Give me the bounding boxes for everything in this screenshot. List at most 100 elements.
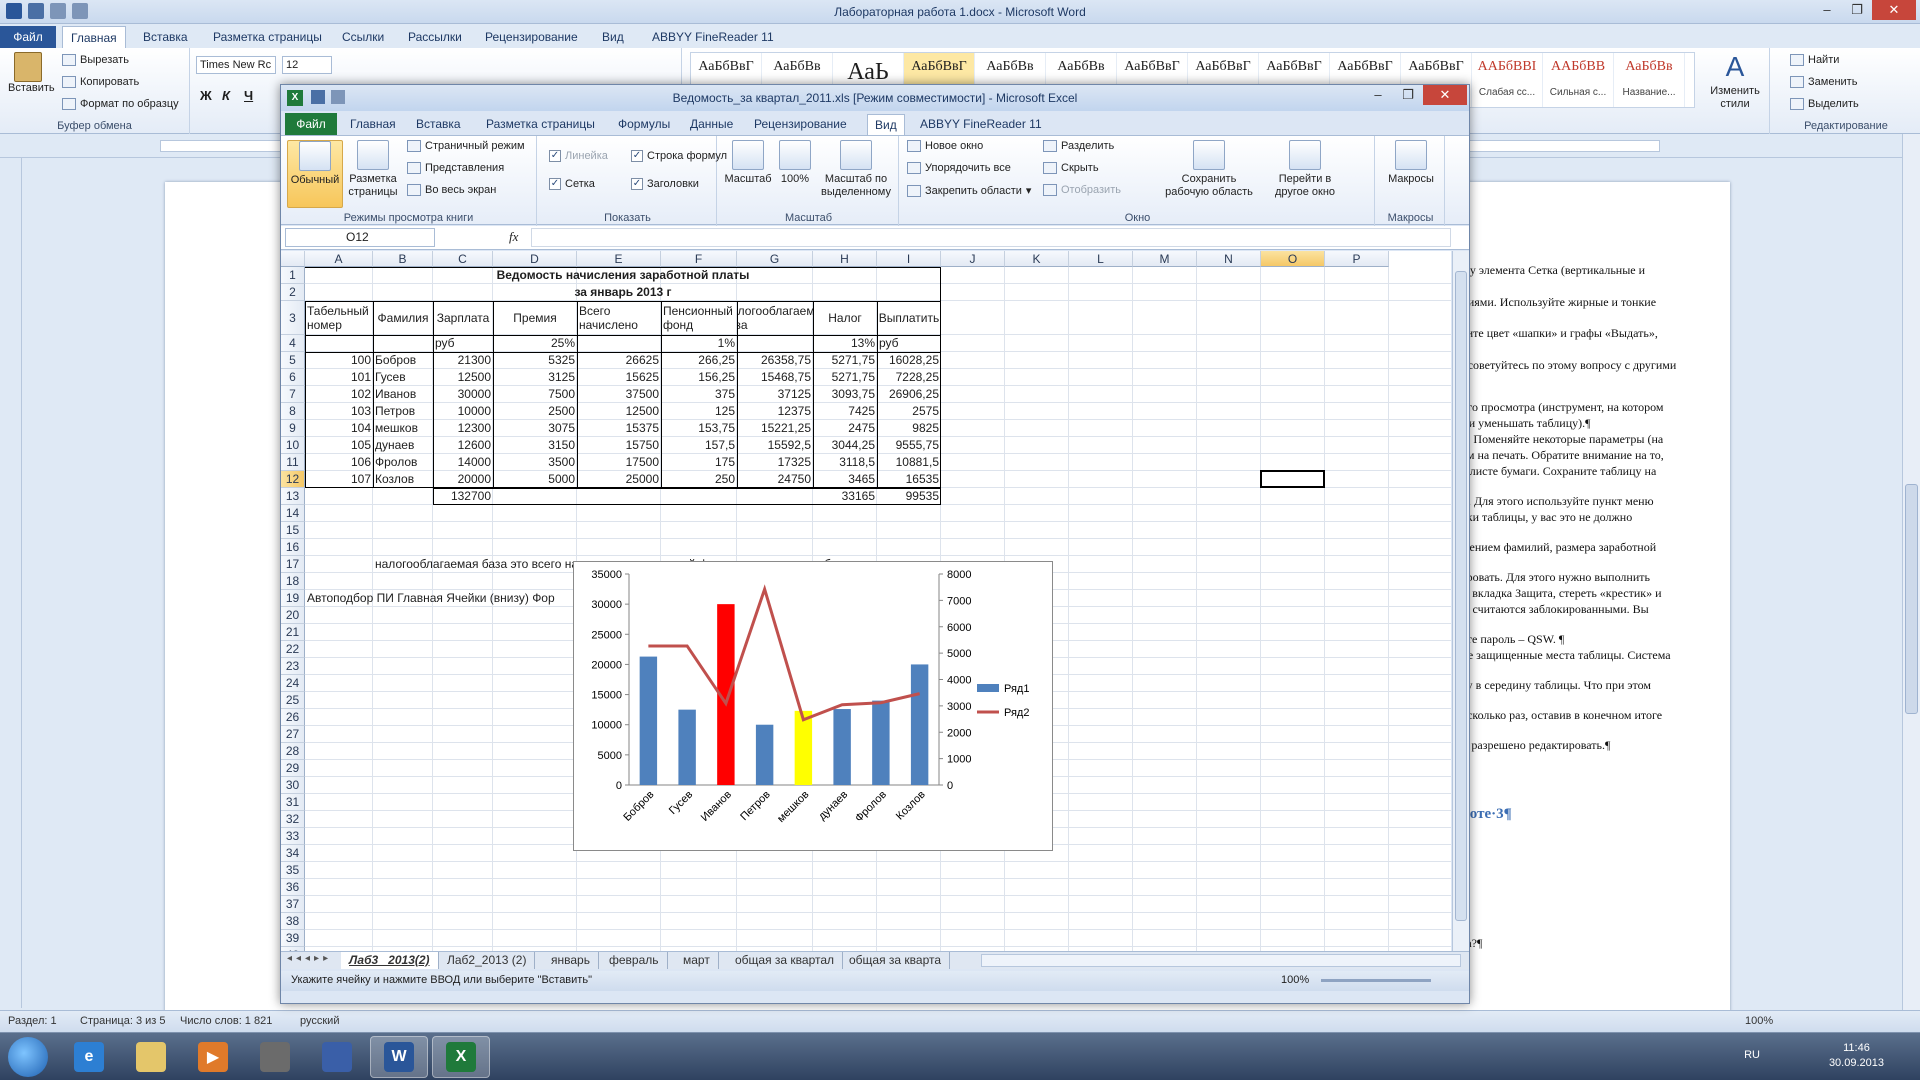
row-header[interactable]: 39 (281, 930, 305, 947)
row-header[interactable]: 38 (281, 913, 305, 930)
row-header[interactable]: 6 (281, 369, 305, 386)
maximize-button[interactable]: ❐ (1842, 0, 1872, 20)
select-all-corner[interactable] (281, 251, 305, 267)
excel-zoom-level[interactable]: 100% (1281, 974, 1309, 986)
bar[interactable] (678, 709, 696, 785)
column-header[interactable]: N (1197, 251, 1261, 267)
row-header[interactable]: 34 (281, 845, 305, 862)
new-window-button[interactable]: Новое окно (907, 140, 983, 152)
bar[interactable] (794, 710, 813, 785)
sheet-tab[interactable]: Лаб3 _2013(2) (341, 952, 439, 969)
word-tab-file[interactable]: Файл (0, 26, 56, 48)
row-header[interactable]: 35 (281, 862, 305, 879)
row-header[interactable]: 26 (281, 709, 305, 726)
taskbar-app[interactable] (246, 1036, 304, 1078)
word-tab-abbyy[interactable]: ABBYY FineReader 11 (644, 26, 782, 48)
bold-button[interactable]: Ж (200, 88, 212, 103)
row-header[interactable]: 1 (281, 267, 305, 284)
row-header[interactable]: 3 (281, 301, 305, 335)
row-header[interactable]: 36 (281, 879, 305, 896)
row-header[interactable]: 24 (281, 675, 305, 692)
zoom-to-selection-button[interactable]: Масштаб по выделенному (817, 140, 895, 199)
row-header[interactable]: 20 (281, 607, 305, 624)
row-header[interactable]: 28 (281, 743, 305, 760)
excel-vertical-scrollbar[interactable] (1452, 251, 1469, 951)
hide-button[interactable]: Скрыть (1043, 162, 1099, 174)
zoom-button[interactable]: Масштаб (723, 140, 773, 186)
excel-tab-abbyy[interactable]: ABBYY FineReader 11 (913, 114, 1049, 135)
spreadsheet-grid[interactable]: A B C D E F G H I J K L M N O P 1 2 3 4 5 6 7 8 9 10 11 12 13 14 15 16 1… (281, 251, 1451, 951)
row-header[interactable]: 5 (281, 352, 305, 369)
find-button[interactable]: Найти (1790, 54, 1839, 66)
word-tab-references[interactable]: Ссылки (334, 26, 392, 48)
sheet-tab[interactable]: общая за кварта (841, 952, 951, 969)
custom-views-button[interactable]: Представления (407, 162, 504, 174)
row-header[interactable]: 11 (281, 454, 305, 471)
font-size-field[interactable]: 12 (282, 56, 332, 74)
ruler-checkbox[interactable]: ✓ Линейка (549, 150, 608, 162)
macros-button[interactable]: Макросы (1383, 140, 1439, 186)
font-name-field[interactable]: Times New Rc (196, 56, 276, 74)
row-header[interactable]: 10 (281, 437, 305, 454)
column-header[interactable]: I (877, 251, 941, 267)
page-indicator[interactable]: Страница: 3 из 5 (80, 1015, 166, 1027)
row-header[interactable]: 31 (281, 794, 305, 811)
arrange-all-button[interactable]: Упорядочить все (907, 162, 1011, 174)
sheet-tab[interactable]: март (675, 952, 719, 969)
cut-button[interactable]: Вырезать (62, 54, 129, 66)
row-header[interactable]: 32 (281, 811, 305, 828)
bar[interactable] (910, 664, 929, 785)
column-header[interactable]: P (1325, 251, 1389, 267)
row-header[interactable]: 14 (281, 505, 305, 522)
close-button[interactable]: ✕ (1872, 0, 1916, 20)
column-header[interactable]: K (1005, 251, 1069, 267)
zoom-slider[interactable] (1321, 979, 1431, 982)
cell[interactable]: Автоподбор ПИ Главная Ячейки (внизу) Фор (305, 591, 565, 606)
column-header[interactable]: L (1069, 251, 1133, 267)
excel-tab-formulas[interactable]: Формулы (611, 114, 677, 135)
word-count[interactable]: Число слов: 1 821 (180, 1015, 272, 1027)
sheet-tab[interactable]: февраль (601, 952, 668, 969)
zoom-100-button[interactable]: 100% (777, 140, 813, 186)
word-tab-insert[interactable]: Вставка (135, 26, 196, 48)
bar[interactable] (833, 709, 851, 785)
column-header[interactable]: F (661, 251, 737, 267)
word-scroll-thumb[interactable] (1905, 484, 1918, 714)
taskbar-disk[interactable] (308, 1036, 366, 1078)
taskbar-media[interactable]: ▶ (184, 1036, 242, 1078)
word-tab-view[interactable]: Вид (594, 26, 632, 48)
start-button[interactable] (8, 1037, 48, 1077)
zoom-level[interactable]: 100% (1745, 1015, 1773, 1027)
formula-bar-checkbox[interactable]: ✓ Строка формул (631, 150, 727, 162)
row-header[interactable]: 19 (281, 590, 305, 607)
minimize-button[interactable]: – (1812, 0, 1842, 20)
save-workspace-button[interactable]: Сохранить рабочую область (1163, 140, 1255, 199)
switch-windows-button[interactable]: Перейти в другое окно (1261, 140, 1349, 199)
language-indicator-tray[interactable]: RU (1744, 1049, 1760, 1061)
change-styles-button[interactable]: A Изменить стили (1704, 52, 1766, 111)
column-header[interactable]: G (737, 251, 813, 267)
language-indicator[interactable]: русский (300, 1015, 339, 1027)
row-header[interactable]: 25 (281, 692, 305, 709)
column-header[interactable]: B (373, 251, 433, 267)
name-box[interactable]: O12 (285, 228, 435, 247)
excel-tab-page-layout[interactable]: Разметка страницы (479, 114, 602, 135)
unhide-button[interactable]: Отобразить (1043, 184, 1121, 196)
row-header[interactable]: 4 (281, 335, 305, 352)
headings-checkbox[interactable]: ✓ Заголовки (631, 178, 699, 190)
word-tab-home[interactable]: Главная (62, 26, 126, 48)
bar[interactable] (755, 724, 774, 785)
row-header[interactable]: 22 (281, 641, 305, 658)
row-header[interactable]: 2 (281, 284, 305, 301)
line-series[interactable] (648, 584, 920, 722)
sheet-tab[interactable]: Лаб2_2013 (2) (439, 952, 536, 969)
row-header[interactable]: 30 (281, 777, 305, 794)
full-screen-button[interactable]: Во весь экран (407, 184, 496, 196)
row-header[interactable]: 12 (281, 471, 305, 488)
bar[interactable] (872, 700, 890, 785)
taskbar-excel[interactable]: X (432, 1036, 490, 1078)
clock[interactable]: 11:46 30.09.2013 (1829, 1041, 1884, 1071)
excel-tab-review[interactable]: Рецензирование (747, 114, 854, 135)
excel-tab-file[interactable]: Файл (285, 113, 337, 135)
underline-button[interactable]: Ч (244, 88, 253, 103)
